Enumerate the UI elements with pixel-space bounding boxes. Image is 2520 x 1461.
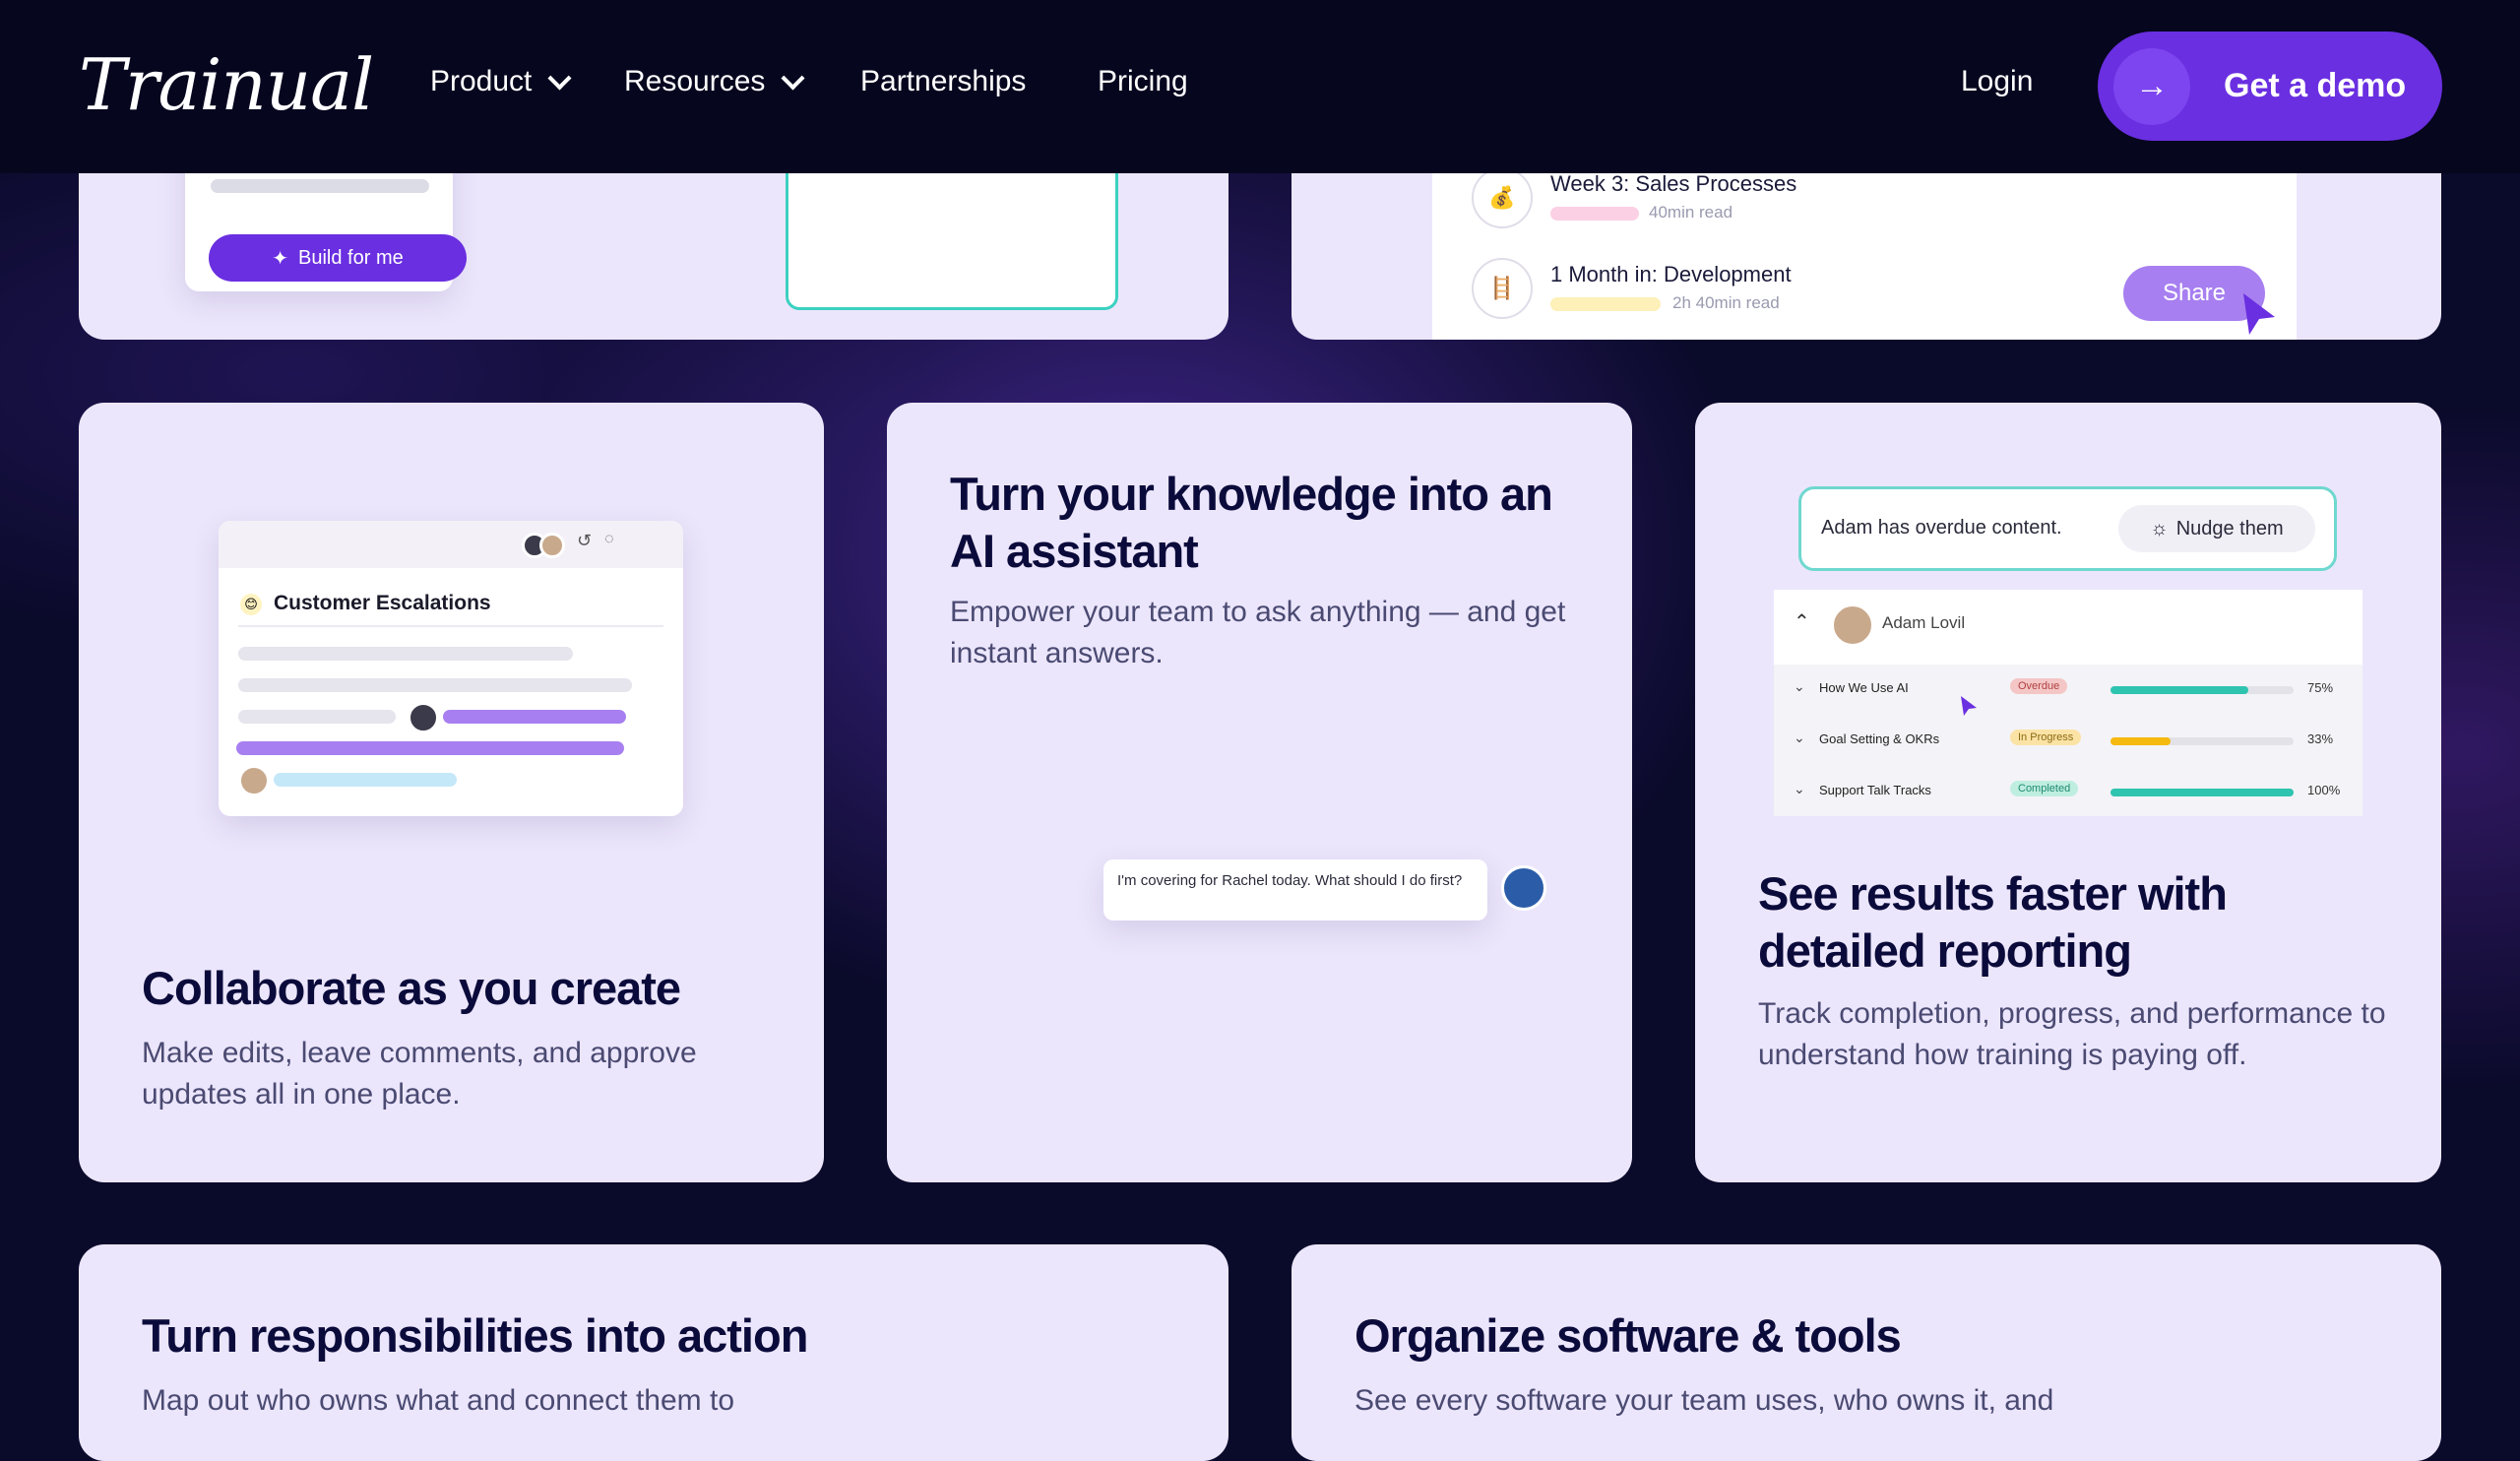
progress-fill xyxy=(2110,789,2294,796)
chevron-down-icon[interactable]: ⌄ xyxy=(1794,678,1805,695)
cursor-icon xyxy=(2243,293,2275,335)
avatar xyxy=(408,702,439,733)
card-responsibilities: Turn responsibilities into action Map ou… xyxy=(79,1244,1228,1461)
nav-resources-label: Resources xyxy=(624,65,766,97)
chevron-up-icon[interactable]: ⌃ xyxy=(1794,609,1810,634)
card-software-tools: Organize software & tools See every soft… xyxy=(1292,1244,2441,1461)
avatar xyxy=(238,765,270,796)
ladder-icon: 🪜 xyxy=(1472,258,1533,319)
nudge-them-label: Nudge them xyxy=(2175,517,2284,540)
status-badge: In Progress xyxy=(2010,730,2082,745)
history-icon[interactable]: ↺ xyxy=(577,531,592,551)
row-title: 1 Month in: Development xyxy=(1550,262,1792,286)
chevron-down-icon[interactable]: ⌄ xyxy=(1794,730,1805,746)
doc-title: Customer Escalations xyxy=(274,592,491,614)
card-description: Empower your team to ask anything — and … xyxy=(950,596,1566,669)
avatar xyxy=(1501,865,1546,911)
progress-track xyxy=(2110,789,2294,796)
card-title: Turn responsibilities into action xyxy=(142,1309,808,1362)
report-row[interactable]: ⌄ Support Talk Tracks Completed 100% xyxy=(1774,767,2362,816)
placeholder-line xyxy=(238,647,573,661)
avatar xyxy=(1831,603,1874,647)
percent-label: 75% xyxy=(2307,680,2334,695)
build-for-me-button[interactable]: ✦ Build for me xyxy=(209,234,467,282)
card-title: Collaborate as you create xyxy=(142,962,681,1014)
nav-partnerships[interactable]: Partnerships xyxy=(860,65,1026,98)
report-rows: ⌄ How We Use AI Overdue 75% ⌄ Goal Setti… xyxy=(1774,665,2362,816)
placeholder-line xyxy=(238,710,396,724)
card-collaborate: ↺ ◌ 😊 Customer Escalations Collaborate a… xyxy=(79,403,824,1182)
status-badge: Completed xyxy=(2010,781,2079,796)
card-reporting: Adam has overdue content. ☼ Nudge them ⌃… xyxy=(1695,403,2441,1182)
highlighted-line xyxy=(236,741,624,755)
row-label: Support Talk Tracks xyxy=(1819,783,1931,797)
build-for-me-label: Build for me xyxy=(298,246,404,269)
report-table: ⌃ Adam Lovil ⌄ How We Use AI Overdue 75%… xyxy=(1774,590,2362,816)
card-description: Map out who owns what and connect them t… xyxy=(142,1384,735,1417)
comment-icon[interactable]: ◌ xyxy=(604,531,614,548)
progress-fill xyxy=(2110,686,2248,694)
row-meta: 40min read xyxy=(1649,203,1733,222)
nav-product[interactable]: Product xyxy=(430,65,572,98)
card-title: See results faster with detailed reporti… xyxy=(1758,867,2228,977)
card-title: Organize software & tools xyxy=(1354,1309,1902,1362)
percent-label: 100% xyxy=(2307,783,2341,797)
progress-track xyxy=(2110,686,2294,694)
notice-text: Adam has overdue content. xyxy=(1821,517,2062,539)
user-name: Adam Lovil xyxy=(1882,613,1966,632)
top-navigation: Trainual Product Resources Partnerships … xyxy=(0,0,2520,173)
placeholder-line xyxy=(238,678,632,692)
nav-resources[interactable]: Resources xyxy=(624,65,805,98)
report-row[interactable]: ⌄ Goal Setting & OKRs In Progress 33% xyxy=(1774,716,2362,767)
placeholder-line xyxy=(211,179,429,193)
card-description: See every software your team uses, who o… xyxy=(1354,1384,2054,1417)
chevron-down-icon xyxy=(781,65,805,91)
row-title: Week 3: Sales Processes xyxy=(1550,171,1797,196)
progress-track xyxy=(2110,737,2294,745)
card-description: Track completion, progress, and performa… xyxy=(1758,997,2386,1071)
percent-label: 33% xyxy=(2307,731,2334,746)
divider xyxy=(238,625,663,627)
nav-partnerships-label: Partnerships xyxy=(860,65,1027,97)
card-ai-assistant: Turn your knowledge into an AI assistant… xyxy=(887,403,1632,1182)
nudge-them-button[interactable]: ☼ Nudge them xyxy=(2118,505,2315,552)
editor-toolbar: ↺ ◌ xyxy=(219,521,683,568)
moneybag-icon: 💰 xyxy=(1472,167,1533,228)
nav-pricing-label: Pricing xyxy=(1098,65,1188,97)
row-label: Goal Setting & OKRs xyxy=(1819,731,1940,746)
login-link[interactable]: Login xyxy=(1961,65,2033,98)
chat-bubble: I'm covering for Rachel today. What shou… xyxy=(1103,859,1487,921)
highlighted-line xyxy=(443,710,626,724)
card-title: Turn your knowledge into an AI assistant xyxy=(950,468,1553,577)
row-label: How We Use AI xyxy=(1819,680,1909,695)
emoji-icon: 😊 xyxy=(240,594,262,615)
bell-icon: ☼ xyxy=(2150,517,2169,540)
arrow-right-icon: → xyxy=(2113,47,2190,125)
get-a-demo-button[interactable]: → Get a demo xyxy=(2098,32,2442,141)
row-bar xyxy=(1550,297,1661,311)
avatar xyxy=(539,533,565,558)
trainual-logo[interactable]: Trainual xyxy=(79,43,374,126)
doc-editor-mock: ↺ ◌ 😊 Customer Escalations xyxy=(219,521,683,816)
comment-line xyxy=(274,773,457,787)
get-a-demo-label: Get a demo xyxy=(2224,67,2407,104)
nav-pricing[interactable]: Pricing xyxy=(1098,65,1188,98)
cursor-icon xyxy=(1961,696,1977,716)
user-row[interactable]: ⌃ Adam Lovil xyxy=(1774,590,2362,665)
nav-product-label: Product xyxy=(430,65,533,97)
chevron-down-icon xyxy=(547,65,572,91)
report-row[interactable]: ⌄ How We Use AI Overdue 75% xyxy=(1774,665,2362,716)
status-badge: Overdue xyxy=(2010,678,2068,694)
row-meta: 2h 40min read xyxy=(1672,293,1780,312)
chevron-down-icon[interactable]: ⌄ xyxy=(1794,781,1805,797)
sparkle-icon: ✦ xyxy=(272,247,289,270)
card-description: Make edits, leave comments, and approve … xyxy=(142,1037,697,1111)
row-bar xyxy=(1550,207,1639,221)
progress-fill xyxy=(2110,737,2172,745)
overdue-notice: Adam has overdue content. ☼ Nudge them xyxy=(1798,486,2337,571)
